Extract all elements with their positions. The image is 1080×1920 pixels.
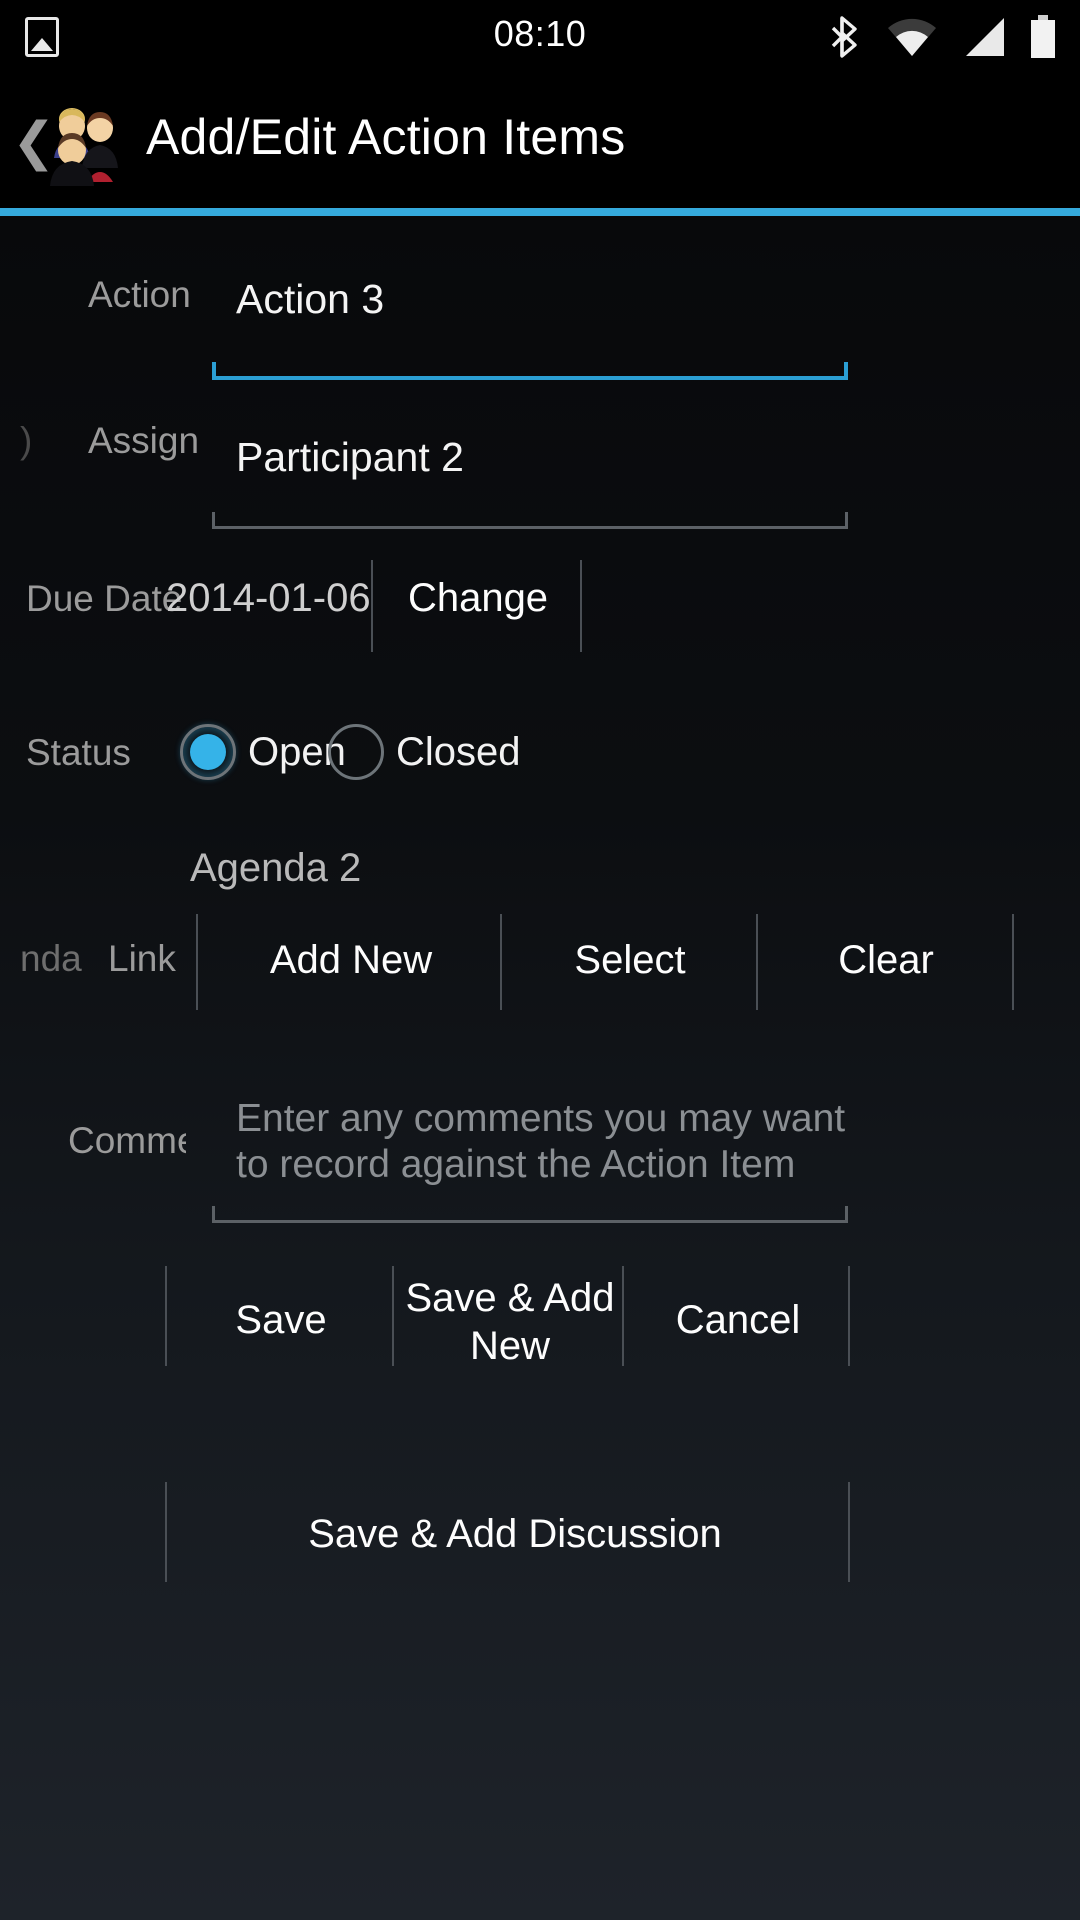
action-item-form: Action Action 3 ) Assign Participant 2 D… <box>0 216 1080 1920</box>
save-add-new-button[interactable]: Save & Add New <box>402 1274 618 1370</box>
due-date-divider-1 <box>371 560 373 652</box>
agenda-divider-2 <box>500 914 502 1010</box>
cancel-button[interactable]: Cancel <box>632 1298 844 1343</box>
accent-bar <box>0 208 1080 216</box>
status-bar-icons <box>830 14 1058 60</box>
assignee-row: ) Assign Participant 2 <box>0 402 1080 532</box>
due-date-label: Due Date <box>26 578 183 619</box>
primary-actions-row: Save Save & Add New Cancel <box>0 1246 1080 1406</box>
agenda-clear-button[interactable]: Clear <box>762 938 1010 983</box>
agenda-link-value: Agenda 2 <box>190 846 362 890</box>
discussion-action-row: Save & Add Discussion <box>0 1466 1080 1626</box>
assignee-input-cap-right <box>845 512 848 529</box>
app-bar: ❮ Add/Edit Action Items <box>0 72 1080 212</box>
battery-icon <box>1031 15 1055 58</box>
actions-divider-2 <box>392 1266 394 1366</box>
comments-placeholder: Enter any comments you may want to recor… <box>236 1097 846 1186</box>
radio-open[interactable] <box>180 724 236 780</box>
save-add-discussion-button[interactable]: Save & Add Discussion <box>175 1512 855 1557</box>
agenda-divider-3 <box>756 914 758 1010</box>
assignee-label-prefix: ) <box>20 420 33 461</box>
due-date-divider-2 <box>580 560 582 652</box>
agenda-link-value-row: Agenda 2 <box>0 836 1080 906</box>
page-title: Add/Edit Action Items <box>146 109 626 165</box>
action-input[interactable]: Action 3 <box>212 270 848 388</box>
actions-divider-1 <box>165 1266 167 1366</box>
cellular-signal-icon <box>966 18 1004 56</box>
wifi-icon <box>888 18 936 56</box>
action-input-underline <box>212 376 848 380</box>
actions-divider-3 <box>622 1266 624 1366</box>
action-row: Action Action 3 <box>0 252 1080 382</box>
discussion-divider-left <box>165 1482 167 1582</box>
discussion-divider-right <box>848 1482 850 1582</box>
action-input-cap-right <box>844 362 848 380</box>
comments-label: Comme <box>68 1120 186 1161</box>
comments-row: Comme Enter any comments you may want to… <box>0 1076 1080 1236</box>
assignee-input[interactable]: Participant 2 <box>212 422 848 538</box>
action-input-cap-left <box>212 362 216 380</box>
assignee-input-cap-left <box>212 512 215 529</box>
action-input-value: Action 3 <box>236 276 385 322</box>
save-button[interactable]: Save <box>175 1298 387 1343</box>
agenda-add-new-button[interactable]: Add New <box>206 938 496 983</box>
due-date-value: 2014-01-06 <box>166 576 371 620</box>
status-row: Status Open Closed <box>0 696 1080 826</box>
agenda-link-row: nda Link Add New Select Clear <box>0 906 1080 1026</box>
assignee-input-underline <box>212 526 848 529</box>
people-group-icon <box>50 108 118 186</box>
due-date-row: Due Date 2014-01-06 Change <box>0 546 1080 666</box>
agenda-link-label-left: nda <box>20 938 82 979</box>
assignee-input-value: Participant 2 <box>236 434 464 480</box>
bluetooth-icon <box>831 16 857 58</box>
comments-input-cap-right <box>845 1206 848 1223</box>
comments-input[interactable]: Enter any comments you may want to recor… <box>212 1086 848 1236</box>
agenda-link-label: Link <box>108 938 176 979</box>
status-closed-label: Closed <box>396 730 521 774</box>
assignee-label: Assign <box>88 420 200 461</box>
comments-input-cap-left <box>212 1206 215 1223</box>
status-bar: 08:10 <box>0 0 1080 72</box>
status-label: Status <box>26 732 131 773</box>
app-screen: 08:10 ❮ Add/Edit Action Items Action Act… <box>0 0 1080 1920</box>
change-date-button[interactable]: Change <box>380 576 576 621</box>
status-option-closed[interactable]: Closed <box>328 714 588 796</box>
agenda-divider-1 <box>196 914 198 1010</box>
radio-open-dot <box>190 734 226 770</box>
radio-closed[interactable] <box>328 724 384 780</box>
actions-divider-4 <box>848 1266 850 1366</box>
action-label: Action <box>88 274 191 315</box>
agenda-divider-4 <box>1012 914 1014 1010</box>
agenda-select-button[interactable]: Select <box>506 938 754 983</box>
comments-input-underline <box>212 1220 848 1223</box>
